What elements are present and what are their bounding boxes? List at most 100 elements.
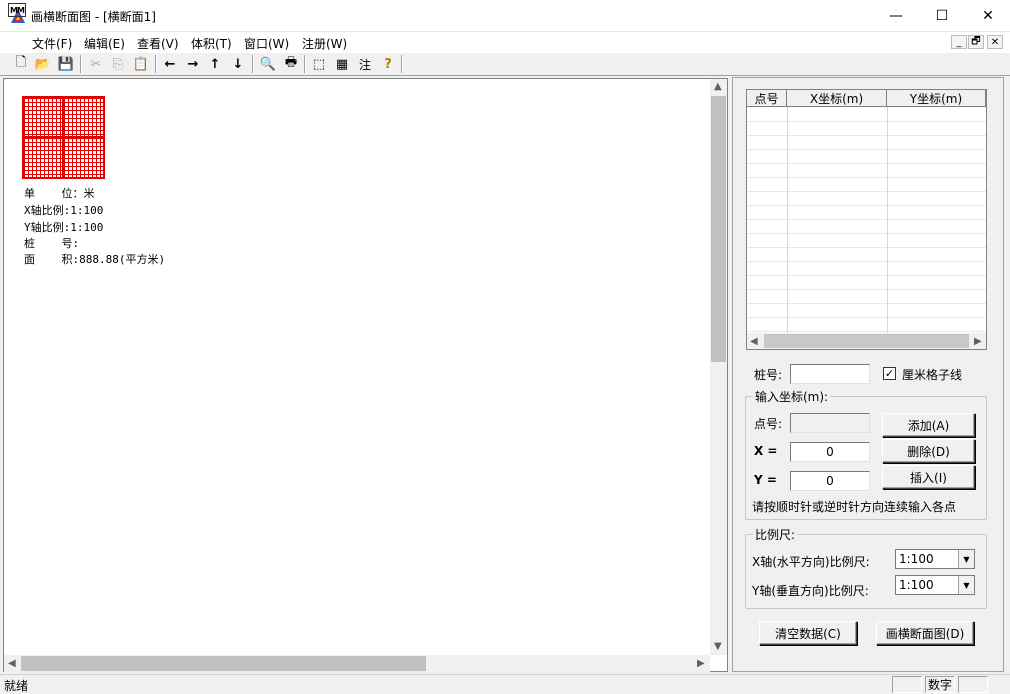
column-header-y[interactable]: Y坐标(m) [887,90,986,107]
info-station: 桩 号: [24,237,80,250]
table-row[interactable] [747,234,986,248]
cut-icon[interactable]: ✂ [86,55,106,73]
menu-view[interactable]: 查看(V) [137,35,179,52]
column-header-point[interactable]: 点号 [747,90,787,107]
mdi-restore-button[interactable]: 🗗 [968,35,984,49]
copy-icon[interactable]: ⎘ [108,55,128,73]
paste-icon[interactable]: 📋 [131,55,151,73]
status-bar [0,674,1010,694]
window-title: 画横断面图 - [横断面1] [31,10,156,24]
add-button[interactable]: 添加(A) [882,413,975,437]
table-column-divider [887,107,888,333]
drawing-canvas[interactable] [3,78,728,672]
table-row[interactable] [747,164,986,178]
document-icon[interactable]: MM [8,3,26,17]
close-button[interactable]: ✕ [965,0,1010,32]
table-row[interactable] [747,150,986,164]
station-label: 桩号: [754,368,783,382]
horizontal-scroll-thumb[interactable] [21,656,426,671]
y-scale-label: Y轴(垂直方向)比例尺: [752,584,869,598]
table-row[interactable] [747,304,986,318]
table-row[interactable] [747,318,986,332]
info-x-scale: X轴比例:1:100 [24,204,104,217]
menu-register[interactable]: 注册(W) [302,35,347,52]
toolbar-separator [80,55,82,73]
maximize-button[interactable]: ☐ [919,0,965,32]
toolbar-separator [304,55,306,73]
x-scale-label: X轴(水平方向)比例尺: [752,555,870,569]
mdi-close-button[interactable]: ✕ [987,35,1003,49]
grid-icon[interactable]: ▦ [332,55,352,73]
scale-group-title: 比例尺: [753,526,798,543]
arrow-left-icon[interactable]: ← [160,55,180,73]
print-preview-icon[interactable]: 🔍 [258,55,278,73]
scroll-up-icon[interactable]: ▲ [714,81,722,92]
box-icon[interactable]: ⬚ [309,55,329,73]
table-row[interactable] [747,248,986,262]
table-column-divider [787,107,788,333]
table-row[interactable] [747,192,986,206]
table-row[interactable] [747,220,986,234]
new-icon[interactable]: 🗋 [11,55,31,73]
column-header-x[interactable]: X坐标(m) [787,90,887,107]
menu-edit[interactable]: 编辑(E) [84,35,125,52]
menu-window[interactable]: 窗口(W) [244,35,289,52]
draw-section-button[interactable]: 画横断面图(D) [876,621,974,645]
scroll-left-icon[interactable]: ◀ [8,658,16,669]
scroll-right-icon[interactable]: ▶ [697,658,705,669]
input-coordinates-title: 输入坐标(m): [753,388,831,405]
x-coordinate-input[interactable]: 0 [790,442,870,462]
point-number-field [790,413,870,433]
menu-volume[interactable]: 体积(T) [191,35,232,52]
checkmark-icon: ✓ [884,367,895,380]
arrow-down-icon[interactable]: ↓ [228,55,248,73]
annotate-icon[interactable]: 注 [355,55,375,73]
minimize-button[interactable]: — [873,0,919,32]
table-row[interactable] [747,290,986,304]
status-pane-caps [892,676,922,693]
scroll-down-icon[interactable]: ▼ [714,641,722,652]
chevron-down-icon[interactable]: ▼ [958,550,974,568]
chevron-down-icon[interactable]: ▼ [958,576,974,594]
status-text: 就绪 [4,679,29,693]
table-row[interactable] [747,206,986,220]
table-scroll-right-icon[interactable]: ▶ [974,336,982,347]
arrow-right-icon[interactable]: → [183,55,203,73]
open-icon[interactable]: 📂 [33,55,53,73]
status-pane-scroll [958,676,988,693]
table-row[interactable] [747,136,986,150]
mdi-minimize-button[interactable]: _ [951,35,967,49]
point-label: 点号: [754,417,783,431]
menu-file[interactable]: 文件(F) [32,35,72,52]
info-area: 面 积:888.88(平方米) [24,253,166,266]
save-icon[interactable]: 💾 [56,55,76,73]
table-row[interactable] [747,262,986,276]
grid-divider-vertical [62,96,64,179]
help-icon[interactable]: ? [378,55,398,73]
x-scale-select[interactable]: 1:100 ▼ [895,549,975,569]
toolbar-separator [401,55,403,73]
station-input[interactable] [790,364,870,384]
clear-data-button[interactable]: 清空数据(C) [759,621,857,645]
x-label: X = [754,444,778,458]
vertical-scroll-thumb[interactable] [711,96,726,362]
print-icon[interactable]: 🖶 [281,55,301,73]
table-row[interactable] [747,276,986,290]
info-unit: 单 位：米 [24,187,95,200]
table-row[interactable] [747,108,986,122]
cm-grid-label: 厘米格子线 [902,368,963,382]
x-scale-value: 1:100 [899,552,934,566]
table-row[interactable] [747,122,986,136]
table-row[interactable] [747,178,986,192]
toolbar-separator [155,55,157,73]
y-coordinate-input[interactable]: 0 [790,471,870,491]
toolbar [0,52,1010,76]
cm-grid-checkbox[interactable]: ✓ [883,367,896,380]
y-scale-select[interactable]: 1:100 ▼ [895,575,975,595]
y-scale-value: 1:100 [899,578,934,592]
insert-button[interactable]: 插入(I) [882,465,975,489]
delete-button[interactable]: 删除(D) [882,439,975,463]
table-scroll-thumb[interactable] [764,334,969,348]
arrow-up-icon[interactable]: ↑ [205,55,225,73]
table-scroll-left-icon[interactable]: ◀ [750,336,758,347]
